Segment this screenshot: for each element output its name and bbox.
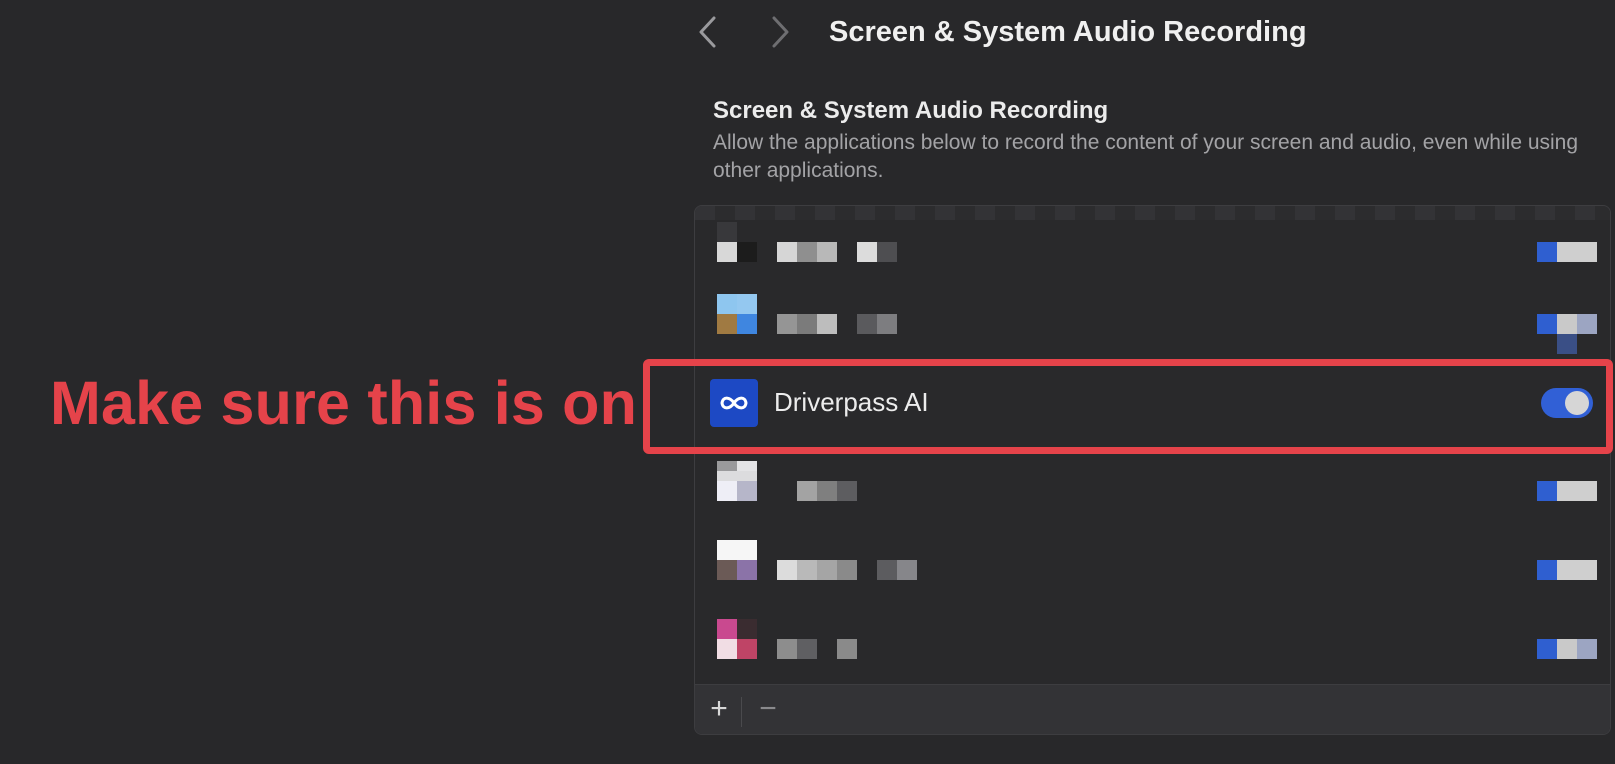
redacted-icon (717, 481, 737, 501)
list-item-redacted[interactable] (695, 540, 1610, 620)
redacted-text (837, 481, 857, 501)
forward-button[interactable] (762, 14, 798, 50)
window-title: Screen & System Audio Recording (829, 16, 1307, 48)
redacted-icon (737, 619, 757, 639)
redacted-icon (717, 639, 737, 659)
redacted-text (817, 314, 837, 334)
redacted-icon (717, 619, 737, 639)
redacted-toggle[interactable] (1557, 242, 1597, 262)
back-button[interactable] (690, 14, 726, 50)
redacted-icon (737, 481, 757, 501)
redacted-text (837, 560, 857, 580)
redacted-text (877, 314, 897, 334)
redacted-toggle[interactable] (1537, 481, 1557, 501)
redacted-icon (737, 314, 757, 334)
redacted-toggle[interactable] (1557, 314, 1577, 334)
redacted-text (777, 242, 797, 262)
redacted-icon (717, 242, 737, 262)
chevron-left-icon (699, 16, 716, 48)
redacted-text (897, 560, 917, 580)
redacted-icon (737, 639, 757, 659)
redacted-text (797, 314, 817, 334)
redacted-toggle[interactable] (1557, 481, 1597, 501)
redacted-toggle[interactable] (1537, 314, 1557, 334)
redacted-text (797, 560, 817, 580)
redacted-toggle[interactable] (1577, 639, 1597, 659)
redacted-toggle[interactable] (1537, 639, 1557, 659)
redacted-icon (737, 560, 757, 580)
redacted-icon (737, 294, 757, 314)
footer-divider (741, 697, 742, 727)
add-app-button[interactable]: + (707, 693, 731, 725)
chevron-right-icon (772, 16, 789, 48)
redacted-toggle[interactable] (1537, 560, 1557, 580)
redacted-text (857, 242, 877, 262)
list-footer-bar: + − (695, 684, 1610, 734)
redacted-icon (717, 471, 757, 481)
redacted-text (797, 639, 817, 659)
redacted-icon (717, 461, 737, 471)
list-item-redacted[interactable] (695, 461, 1610, 541)
redacted-toggle[interactable] (1557, 560, 1597, 580)
annotation-highlight-box (643, 359, 1613, 454)
redacted-icon (717, 294, 737, 314)
redacted-text (797, 242, 817, 262)
redacted-toggle[interactable] (1537, 242, 1557, 262)
redacted-toggle (1557, 334, 1577, 354)
redacted-icon (717, 540, 757, 560)
redacted-icon (737, 461, 757, 471)
redacted-icon (737, 242, 757, 262)
redacted-text (857, 314, 877, 334)
redacted-icon (717, 560, 737, 580)
redacted-toggle[interactable] (1577, 314, 1597, 334)
list-item-redacted[interactable] (695, 214, 1610, 294)
settings-window: Make sure this is on Screen & System Aud… (0, 0, 1615, 764)
redacted-text (817, 242, 837, 262)
redacted-text (797, 481, 817, 501)
redacted-text (777, 639, 797, 659)
redacted-text (817, 560, 837, 580)
redacted-icon (717, 314, 737, 334)
section-description: Allow the applications below to record t… (713, 131, 1579, 182)
annotation-callout-text: Make sure this is on (50, 369, 638, 437)
redacted-text (877, 560, 897, 580)
redacted-toggle[interactable] (1557, 639, 1577, 659)
app-list: Driverpass AI + − (694, 205, 1611, 735)
redacted-text (817, 481, 837, 501)
redacted-text (837, 639, 857, 659)
remove-app-button[interactable]: − (756, 693, 780, 725)
redacted-text (777, 314, 797, 334)
redacted-text (877, 242, 897, 262)
redacted-icon (717, 222, 737, 242)
redacted-text (777, 560, 797, 580)
section-title: Screen & System Audio Recording (713, 97, 1109, 124)
